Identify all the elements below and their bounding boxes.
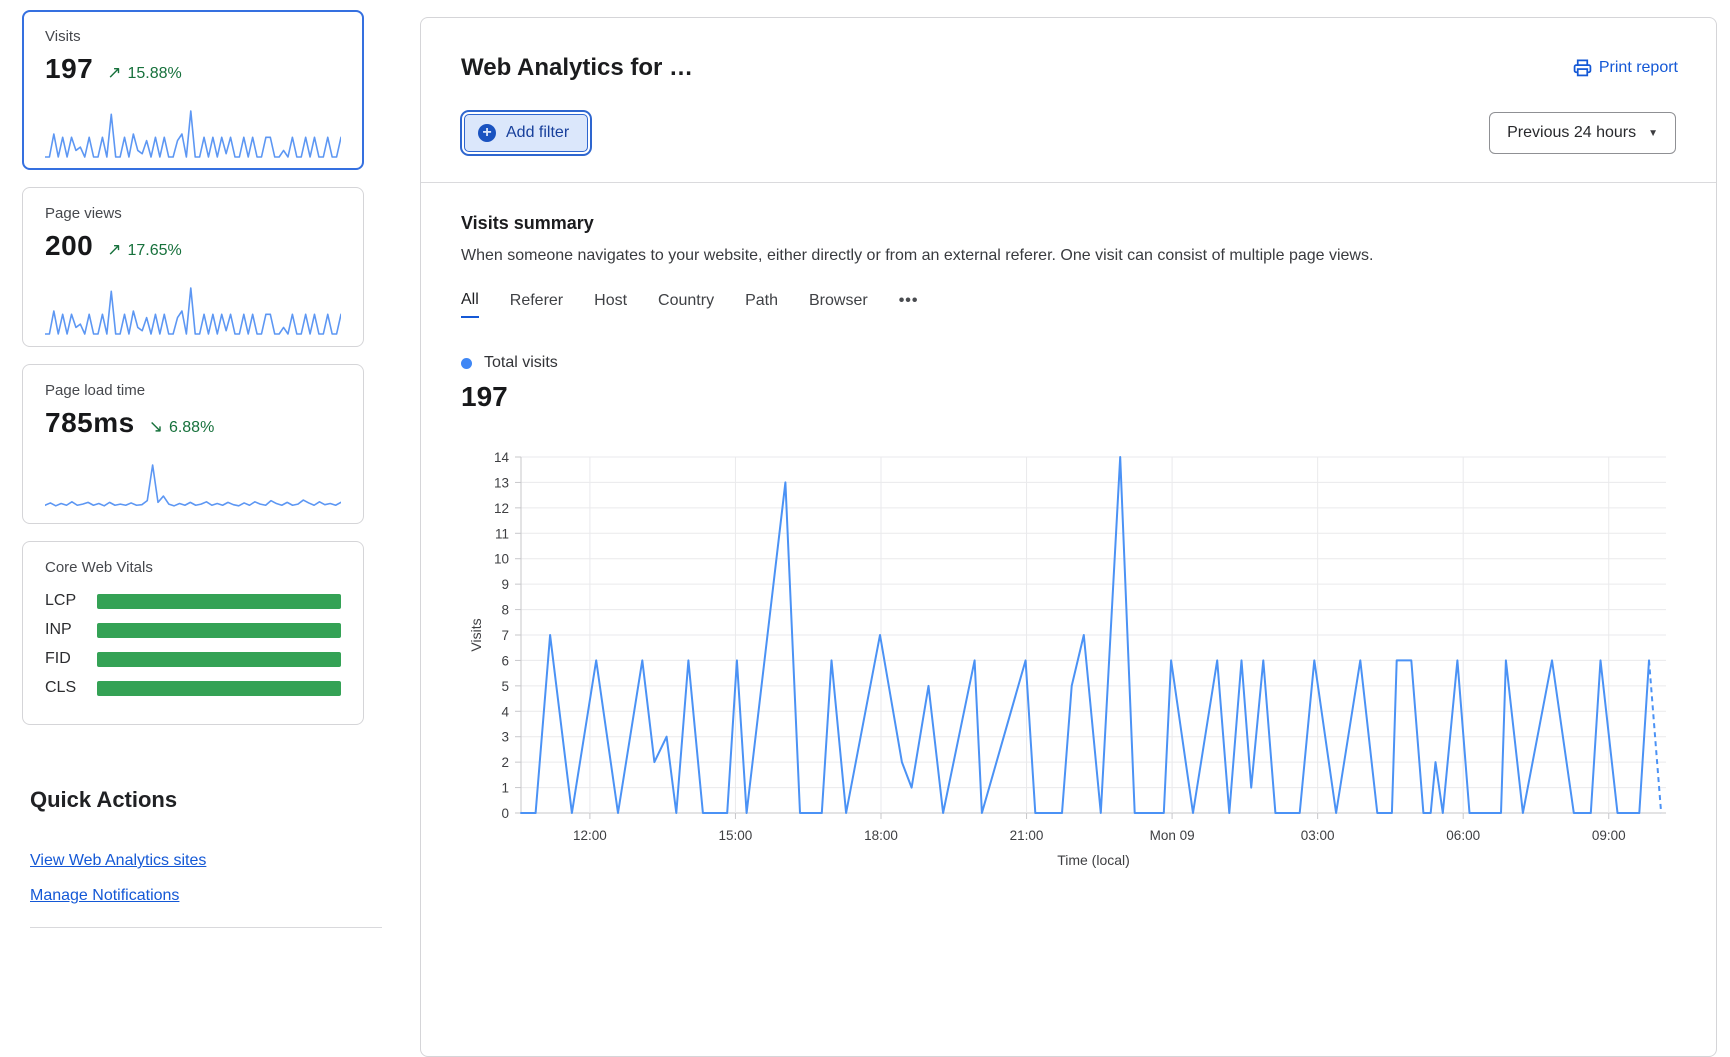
visits-card-title: Visits: [45, 28, 341, 45]
tab-country[interactable]: Country: [658, 292, 714, 317]
core-web-vitals-card[interactable]: Core Web Vitals LCP INP FID CLS: [22, 541, 364, 725]
vital-row-lcp: LCP: [45, 592, 341, 610]
page-views-card-title: Page views: [45, 205, 341, 222]
svg-text:12: 12: [494, 501, 509, 516]
svg-text:13: 13: [494, 475, 509, 490]
svg-text:Visits: Visits: [468, 618, 484, 651]
chart-legend: Total visits: [461, 354, 1676, 372]
page-load-time-card[interactable]: Page load time 785ms ↘ 6.88%: [22, 364, 364, 524]
total-visits-value: 197: [461, 381, 1676, 413]
svg-text:14: 14: [494, 450, 510, 465]
visits-card-value: 197: [45, 53, 93, 85]
tab-all[interactable]: All: [461, 291, 479, 318]
svg-text:7: 7: [501, 628, 509, 643]
page-views-card-delta: ↗ 17.65%: [107, 240, 182, 260]
svg-text:10: 10: [494, 552, 509, 567]
svg-text:21:00: 21:00: [1010, 828, 1044, 843]
page-views-card-value: 200: [45, 230, 93, 262]
visits-sparkline: [45, 107, 341, 159]
svg-text:0: 0: [501, 806, 509, 821]
view-web-analytics-sites-link[interactable]: View Web Analytics sites: [30, 852, 206, 870]
tab-path[interactable]: Path: [745, 292, 778, 317]
visits-card-delta: ↗ 15.88%: [107, 63, 182, 83]
panel-header: Web Analytics for … Print report + Add f…: [421, 18, 1716, 183]
metrics-sidebar: Visits 197 ↗ 15.88% Page views 200 ↗ 17.…: [22, 10, 364, 928]
page-title: Web Analytics for …: [461, 54, 1676, 82]
legend-dot-icon: [461, 358, 472, 369]
vital-label-fid: FID: [45, 650, 97, 668]
vital-label-cls: CLS: [45, 679, 97, 697]
print-report-link[interactable]: Print report: [1573, 58, 1678, 77]
svg-text:5: 5: [501, 679, 509, 694]
svg-text:15:00: 15:00: [719, 828, 753, 843]
svg-text:3: 3: [501, 730, 509, 745]
quick-actions-title: Quick Actions: [30, 787, 364, 813]
dimension-tabs: All Referer Host Country Path Browser ••…: [461, 291, 1676, 318]
svg-text:06:00: 06:00: [1446, 828, 1480, 843]
svg-text:Mon 09: Mon 09: [1150, 828, 1195, 843]
sidebar-divider: [30, 927, 382, 928]
svg-text:2: 2: [501, 755, 509, 770]
page-views-card[interactable]: Page views 200 ↗ 17.65%: [22, 187, 364, 347]
visits-line-chart: 0123456789101112131412:0015:0018:0021:00…: [461, 445, 1676, 880]
page-load-time-card-title: Page load time: [45, 382, 341, 399]
svg-text:09:00: 09:00: [1592, 828, 1626, 843]
svg-text:8: 8: [501, 603, 509, 618]
svg-text:18:00: 18:00: [864, 828, 898, 843]
tab-host[interactable]: Host: [594, 292, 627, 317]
section-title: Visits summary: [461, 213, 1676, 234]
trend-down-icon: ↘: [149, 417, 163, 437]
vital-label-lcp: LCP: [45, 592, 97, 610]
quick-actions-section: Quick Actions View Web Analytics sites M…: [22, 787, 364, 928]
svg-text:4: 4: [501, 704, 509, 719]
visits-delta-percent: 15.88%: [127, 65, 181, 83]
tab-referer[interactable]: Referer: [510, 292, 563, 317]
tab-browser[interactable]: Browser: [809, 292, 868, 317]
visits-chart: 0123456789101112131412:0015:0018:0021:00…: [461, 445, 1676, 880]
add-filter-label: Add filter: [506, 124, 569, 142]
svg-text:Time (local): Time (local): [1057, 852, 1130, 868]
vital-label-inp: INP: [45, 621, 97, 639]
page-views-sparkline: [45, 284, 341, 336]
trend-up-icon: ↗: [107, 63, 121, 83]
svg-text:9: 9: [501, 577, 509, 592]
page-load-delta-percent: 6.88%: [169, 419, 214, 437]
visits-card[interactable]: Visits 197 ↗ 15.88%: [22, 10, 364, 170]
page-load-time-card-value: 785ms: [45, 407, 135, 439]
chevron-down-icon: ▼: [1648, 128, 1658, 139]
legend-label: Total visits: [484, 354, 558, 372]
time-range-dropdown[interactable]: Previous 24 hours ▼: [1489, 112, 1676, 154]
tab-more[interactable]: •••: [899, 292, 919, 317]
svg-text:11: 11: [495, 526, 509, 541]
vital-row-inp: INP: [45, 621, 341, 639]
section-description: When someone navigates to your website, …: [461, 247, 1676, 265]
vital-row-cls: CLS: [45, 679, 341, 697]
vital-row-fid: FID: [45, 650, 341, 668]
plus-icon: +: [478, 124, 496, 142]
vital-bar-cls: [97, 681, 341, 696]
svg-text:1: 1: [501, 781, 509, 796]
page-views-delta-percent: 17.65%: [127, 242, 181, 260]
trend-up-icon: ↗: [107, 240, 121, 260]
add-filter-button[interactable]: + Add filter: [464, 114, 588, 152]
web-analytics-panel: Web Analytics for … Print report + Add f…: [420, 17, 1717, 1057]
time-range-value: Previous 24 hours: [1507, 124, 1636, 142]
svg-text:6: 6: [501, 653, 509, 668]
visits-summary-section: Visits summary When someone navigates to…: [421, 183, 1716, 880]
printer-icon: [1573, 58, 1592, 77]
vital-bar-fid: [97, 652, 341, 667]
manage-notifications-link[interactable]: Manage Notifications: [30, 887, 179, 905]
page-load-sparkline: [45, 461, 341, 513]
svg-text:03:00: 03:00: [1301, 828, 1335, 843]
print-report-label: Print report: [1599, 59, 1678, 77]
core-web-vitals-title: Core Web Vitals: [45, 559, 341, 576]
svg-text:12:00: 12:00: [573, 828, 607, 843]
vital-bar-inp: [97, 623, 341, 638]
vital-bar-lcp: [97, 594, 341, 609]
page-load-time-card-delta: ↘ 6.88%: [149, 417, 215, 437]
